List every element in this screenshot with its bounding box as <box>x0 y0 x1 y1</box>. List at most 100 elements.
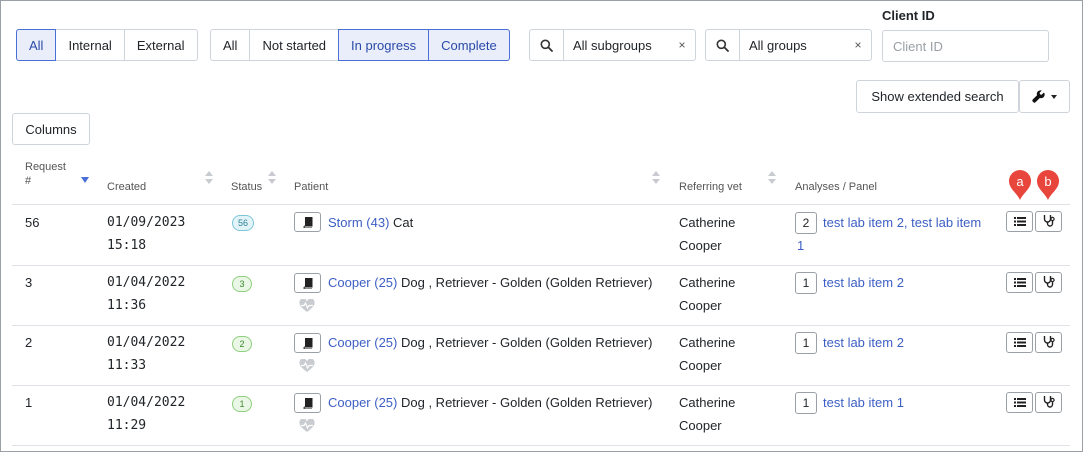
row-divider <box>12 445 1070 446</box>
request-number: 3 <box>25 275 33 290</box>
status-badge: 3 <box>232 276 252 292</box>
stethoscope-button[interactable] <box>1035 332 1062 353</box>
filter-source-all[interactable]: All <box>16 29 57 61</box>
search-icon <box>530 30 564 60</box>
patient-cell: Cooper (25) Dog , Retriever - Golden (Go… <box>328 271 652 294</box>
subgroups-clear-icon[interactable]: × <box>669 30 695 60</box>
status-badge: 56 <box>232 215 255 231</box>
list-button[interactable] <box>1006 332 1033 353</box>
book-icon[interactable] <box>294 212 321 232</box>
created-time: 15:18 <box>107 238 147 253</box>
list-icon <box>1013 335 1026 350</box>
marker-a: a <box>1008 169 1032 201</box>
patient-description: Dog , Retriever - Golden (Golden Retriev… <box>401 335 653 350</box>
filter-status-complete[interactable]: Complete <box>428 29 510 61</box>
filter-source-internal[interactable]: Internal <box>55 29 125 61</box>
vet-last-name: Cooper <box>679 358 722 373</box>
analyses-count: 2 <box>795 212 817 234</box>
analyses-link-continued[interactable]: 1 <box>797 234 804 257</box>
row-divider <box>12 325 1070 326</box>
sort-desc-icon[interactable] <box>81 177 89 183</box>
request-number: 56 <box>25 215 40 230</box>
filter-status-all[interactable]: All <box>210 29 251 61</box>
analyses-count: 1 <box>795 392 817 414</box>
patient-link[interactable]: Storm (43) <box>328 215 389 230</box>
marker-b: b <box>1036 169 1060 201</box>
client-id-label: Client ID <box>882 8 935 23</box>
analyses-count: 1 <box>795 332 817 354</box>
header-analyses[interactable]: Analyses / Panel <box>795 180 877 194</box>
groups-value: All groups <box>749 37 807 53</box>
vet-first-name: Catherine <box>679 395 736 410</box>
filter-status-in-progress[interactable]: In progress <box>338 29 430 61</box>
analyses-link[interactable]: test lab item 1 <box>823 391 904 414</box>
status-filter-group: All Not started In progress Complete <box>210 29 510 61</box>
book-icon[interactable] <box>294 273 321 293</box>
sort-icon[interactable] <box>652 171 660 185</box>
list-icon <box>1013 214 1026 229</box>
wrench-icon <box>1032 90 1045 103</box>
header-patient[interactable]: Patient <box>294 180 328 194</box>
created-date: 01/04/2022 <box>107 275 186 290</box>
stethoscope-button[interactable] <box>1035 272 1062 293</box>
sort-icon[interactable] <box>205 171 213 185</box>
list-button[interactable] <box>1006 272 1033 293</box>
marker-b-label: b <box>1044 174 1051 189</box>
book-icon[interactable] <box>294 333 321 353</box>
analyses-link[interactable]: test lab item 2 <box>823 271 904 294</box>
stethoscope-button[interactable] <box>1035 211 1062 232</box>
stethoscope-button[interactable] <box>1035 392 1062 413</box>
vet-first-name: Catherine <box>679 215 736 230</box>
vet-first-name: Catherine <box>679 335 736 350</box>
vet-last-name: Cooper <box>679 418 722 433</box>
list-icon <box>1013 395 1026 410</box>
book-icon[interactable] <box>294 393 321 413</box>
stethoscope-icon <box>1043 275 1055 291</box>
patient-link[interactable]: Cooper (25) <box>328 335 397 350</box>
patient-link[interactable]: Cooper (25) <box>328 395 397 410</box>
patient-description: Cat <box>393 215 414 230</box>
marker-a-label: a <box>1016 174 1024 189</box>
created-date: 01/09/2023 <box>107 215 186 230</box>
filter-status-not-started[interactable]: Not started <box>249 29 340 61</box>
search-icon <box>706 30 740 60</box>
sort-icon[interactable] <box>768 171 776 185</box>
patient-description: Dog , Retriever - Golden (Golden Retriev… <box>401 275 653 290</box>
header-request-hash: # <box>25 175 32 187</box>
vet-last-name: Cooper <box>679 298 722 313</box>
list-icon <box>1013 275 1026 290</box>
created-time: 11:33 <box>107 358 147 373</box>
created-time: 11:29 <box>107 418 147 433</box>
stethoscope-icon <box>1043 335 1055 351</box>
filter-source-external[interactable]: External <box>123 29 198 61</box>
status-badge: 2 <box>232 336 252 352</box>
created-date: 01/04/2022 <box>107 335 186 350</box>
list-button[interactable] <box>1006 211 1033 232</box>
heart-monitor-icon <box>299 418 315 436</box>
analyses-link[interactable]: test lab item 2 <box>823 331 904 354</box>
subgroups-value: All subgroups <box>573 37 652 53</box>
created-time: 11:36 <box>107 298 147 313</box>
subgroups-select[interactable]: All subgroups × <box>529 29 696 61</box>
header-request-label: Request <box>25 161 66 173</box>
created-date: 01/04/2022 <box>107 395 186 410</box>
chevron-down-icon <box>1051 94 1057 99</box>
sort-icon[interactable] <box>268 171 276 185</box>
groups-clear-icon[interactable]: × <box>845 30 871 60</box>
analyses-link[interactable]: test lab item 2, test lab item <box>823 211 981 234</box>
header-created[interactable]: Created <box>107 180 146 194</box>
list-button[interactable] <box>1006 392 1033 413</box>
request-number: 2 <box>25 335 33 350</box>
groups-select[interactable]: All groups × <box>705 29 872 61</box>
heart-monitor-icon <box>299 358 315 376</box>
header-request[interactable]: Request # <box>25 160 66 188</box>
header-status[interactable]: Status <box>231 180 262 194</box>
patient-link[interactable]: Cooper (25) <box>328 275 397 290</box>
show-extended-search-button[interactable]: Show extended search <box>856 80 1019 113</box>
header-referring-vet[interactable]: Referring vet <box>679 180 742 194</box>
patient-description: Dog , Retriever - Golden (Golden Retriev… <box>401 395 653 410</box>
stethoscope-icon <box>1043 214 1055 230</box>
columns-button[interactable]: Columns <box>12 113 90 145</box>
client-id-input[interactable] <box>882 30 1049 62</box>
tools-dropdown-button[interactable] <box>1019 80 1070 113</box>
